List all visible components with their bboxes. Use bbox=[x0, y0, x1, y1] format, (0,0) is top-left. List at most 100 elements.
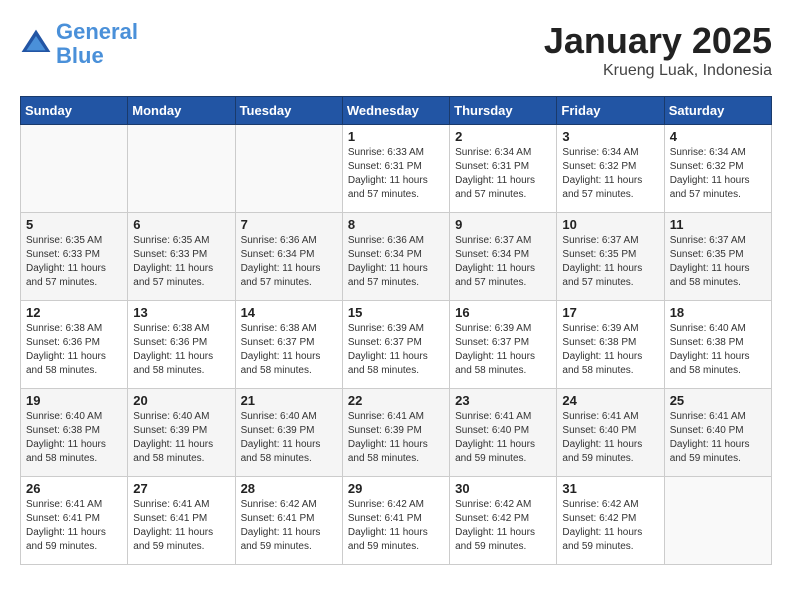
calendar-cell: 5Sunrise: 6:35 AM Sunset: 6:33 PM Daylig… bbox=[21, 213, 128, 301]
calendar-cell: 19 Sunrise: 6:40 AM Sunset: 6:38 PM Dayli… bbox=[21, 389, 128, 477]
weekday-header-thursday: Thursday bbox=[450, 97, 557, 125]
weekday-header-wednesday: Wednesday bbox=[342, 97, 449, 125]
weekday-header-monday: Monday bbox=[128, 97, 235, 125]
day-info: Sunrise: 6:42 AM Sunset: 6:41 PM Dayligh… bbox=[348, 498, 444, 554]
calendar-cell: 14 Sunrise: 6:38 AM Sunset: 6:37 PM Dayli… bbox=[235, 301, 342, 389]
weekday-header-tuesday: Tuesday bbox=[235, 97, 342, 125]
weekday-header-row: SundayMondayTuesdayWednesdayThursdayFrid… bbox=[21, 97, 772, 125]
calendar-cell: 28 Sunrise: 6:42 AM Sunset: 6:41 PM Dayli… bbox=[235, 477, 342, 565]
day-info: Sunrise: 6:41 AM Sunset: 6:40 PM Dayligh… bbox=[455, 410, 551, 466]
day-number: 14 bbox=[241, 305, 337, 320]
day-number: 21 bbox=[241, 393, 337, 408]
day-info: Sunrise: 6:37 AM Sunset: 6:35 PM Dayligh… bbox=[562, 234, 658, 290]
day-info: Sunrise: 6:42 AM Sunset: 6:42 PM Dayligh… bbox=[455, 498, 551, 554]
calendar-cell: 18Sunrise: 6:40 AM Sunset: 6:38 PM Dayli… bbox=[664, 301, 771, 389]
day-info: Sunrise: 6:38 AM Sunset: 6:36 PM Dayligh… bbox=[133, 322, 229, 378]
calendar-cell bbox=[664, 477, 771, 565]
day-number: 18 bbox=[670, 305, 766, 320]
week-row-4: 19 Sunrise: 6:40 AM Sunset: 6:38 PM Dayli… bbox=[21, 389, 772, 477]
day-number: 30 bbox=[455, 481, 551, 496]
day-number: 7 bbox=[241, 217, 337, 232]
calendar-cell: 6 Sunrise: 6:35 AM Sunset: 6:33 PM Daylig… bbox=[128, 213, 235, 301]
calendar-cell bbox=[21, 125, 128, 213]
calendar-cell: 23 Sunrise: 6:41 AM Sunset: 6:40 PM Dayli… bbox=[450, 389, 557, 477]
day-info: Sunrise: 6:42 AM Sunset: 6:41 PM Dayligh… bbox=[241, 498, 337, 554]
calendar-cell: 25 Sunrise: 6:41 AM Sunset: 6:40 PM Dayli… bbox=[664, 389, 771, 477]
day-info: Sunrise: 6:33 AM Sunset: 6:31 PM Dayligh… bbox=[348, 146, 444, 202]
calendar-cell: 11 Sunrise: 6:37 AM Sunset: 6:35 PM Dayli… bbox=[664, 213, 771, 301]
calendar-cell bbox=[128, 125, 235, 213]
day-info: Sunrise: 6:39 AM Sunset: 6:37 PM Dayligh… bbox=[348, 322, 444, 378]
day-number: 15 bbox=[348, 305, 444, 320]
month-title: January 2025 bbox=[544, 20, 772, 62]
title-block: January 2025 Krueng Luak, Indonesia bbox=[544, 20, 772, 80]
calendar-cell: 20 Sunrise: 6:40 AM Sunset: 6:39 PM Dayli… bbox=[128, 389, 235, 477]
calendar-cell: 2 Sunrise: 6:34 AM Sunset: 6:31 PM Daylig… bbox=[450, 125, 557, 213]
day-info: Sunrise: 6:39 AM Sunset: 6:37 PM Dayligh… bbox=[455, 322, 551, 378]
day-number: 4 bbox=[670, 129, 766, 144]
week-row-5: 26Sunrise: 6:41 AM Sunset: 6:41 PM Dayli… bbox=[21, 477, 772, 565]
calendar-cell: 1 Sunrise: 6:33 AM Sunset: 6:31 PM Daylig… bbox=[342, 125, 449, 213]
day-info: Sunrise: 6:41 AM Sunset: 6:40 PM Dayligh… bbox=[562, 410, 658, 466]
day-number: 5 bbox=[26, 217, 122, 232]
day-number: 22 bbox=[348, 393, 444, 408]
day-number: 29 bbox=[348, 481, 444, 496]
day-number: 11 bbox=[670, 217, 766, 232]
week-row-2: 5 Sunrise: 6:35 AM Sunset: 6:33 PM Daylig… bbox=[21, 213, 772, 301]
calendar-cell: 29 Sunrise: 6:42 AM Sunset: 6:41 PM Dayli… bbox=[342, 477, 449, 565]
day-number: 28 bbox=[241, 481, 337, 496]
calendar-cell: 4 Sunrise: 6:34 AM Sunset: 6:32 PM Daylig… bbox=[664, 125, 771, 213]
location: Krueng Luak, Indonesia bbox=[544, 62, 772, 80]
week-row-1: 1 Sunrise: 6:33 AM Sunset: 6:31 PM Daylig… bbox=[21, 125, 772, 213]
calendar-cell: 21 Sunrise: 6:40 AM Sunset: 6:39 PM Dayli… bbox=[235, 389, 342, 477]
day-number: 20 bbox=[133, 393, 229, 408]
day-number: 19 bbox=[26, 393, 122, 408]
day-info: Sunrise: 6:36 AM Sunset: 6:34 PM Dayligh… bbox=[348, 234, 444, 290]
calendar-cell: 17Sunrise: 6:39 AM Sunset: 6:38 PM Dayli… bbox=[557, 301, 664, 389]
page-header: General Blue January 2025 Krueng Luak, I… bbox=[20, 20, 772, 80]
logo-icon bbox=[20, 28, 52, 60]
day-number: 27 bbox=[133, 481, 229, 496]
day-number: 23 bbox=[455, 393, 551, 408]
day-info: Sunrise: 6:37 AM Sunset: 6:34 PM Dayligh… bbox=[455, 234, 551, 290]
day-info: Sunrise: 6:40 AM Sunset: 6:39 PM Dayligh… bbox=[241, 410, 337, 466]
day-number: 2 bbox=[455, 129, 551, 144]
day-info: Sunrise: 6:41 AM Sunset: 6:41 PM Dayligh… bbox=[26, 498, 122, 554]
day-number: 17 bbox=[562, 305, 658, 320]
day-info: Sunrise: 6:38 AM Sunset: 6:37 PM Dayligh… bbox=[241, 322, 337, 378]
calendar-cell: 16 Sunrise: 6:39 AM Sunset: 6:37 PM Dayli… bbox=[450, 301, 557, 389]
weekday-header-friday: Friday bbox=[557, 97, 664, 125]
day-number: 6 bbox=[133, 217, 229, 232]
calendar-cell: 26Sunrise: 6:41 AM Sunset: 6:41 PM Dayli… bbox=[21, 477, 128, 565]
day-info: Sunrise: 6:34 AM Sunset: 6:31 PM Dayligh… bbox=[455, 146, 551, 202]
week-row-3: 12 Sunrise: 6:38 AM Sunset: 6:36 PM Dayli… bbox=[21, 301, 772, 389]
day-number: 10 bbox=[562, 217, 658, 232]
day-info: Sunrise: 6:34 AM Sunset: 6:32 PM Dayligh… bbox=[670, 146, 766, 202]
calendar-cell: 27 Sunrise: 6:41 AM Sunset: 6:41 PM Dayli… bbox=[128, 477, 235, 565]
day-number: 25 bbox=[670, 393, 766, 408]
calendar-cell: 22 Sunrise: 6:41 AM Sunset: 6:39 PM Dayli… bbox=[342, 389, 449, 477]
day-info: Sunrise: 6:40 AM Sunset: 6:38 PM Dayligh… bbox=[26, 410, 122, 466]
weekday-header-sunday: Sunday bbox=[21, 97, 128, 125]
day-info: Sunrise: 6:35 AM Sunset: 6:33 PM Dayligh… bbox=[133, 234, 229, 290]
weekday-header-saturday: Saturday bbox=[664, 97, 771, 125]
day-number: 1 bbox=[348, 129, 444, 144]
day-number: 9 bbox=[455, 217, 551, 232]
day-info: Sunrise: 6:37 AM Sunset: 6:35 PM Dayligh… bbox=[670, 234, 766, 290]
day-info: Sunrise: 6:41 AM Sunset: 6:40 PM Dayligh… bbox=[670, 410, 766, 466]
calendar-cell: 12Sunrise: 6:38 AM Sunset: 6:36 PM Dayli… bbox=[21, 301, 128, 389]
day-info: Sunrise: 6:41 AM Sunset: 6:41 PM Dayligh… bbox=[133, 498, 229, 554]
day-number: 16 bbox=[455, 305, 551, 320]
day-info: Sunrise: 6:40 AM Sunset: 6:39 PM Dayligh… bbox=[133, 410, 229, 466]
calendar-cell: 31Sunrise: 6:42 AM Sunset: 6:42 PM Dayli… bbox=[557, 477, 664, 565]
day-number: 12 bbox=[26, 305, 122, 320]
logo-text: General Blue bbox=[56, 20, 138, 68]
calendar-cell: 24 Sunrise: 6:41 AM Sunset: 6:40 PM Dayli… bbox=[557, 389, 664, 477]
calendar-cell: 7Sunrise: 6:36 AM Sunset: 6:34 PM Daylig… bbox=[235, 213, 342, 301]
day-number: 3 bbox=[562, 129, 658, 144]
day-info: Sunrise: 6:41 AM Sunset: 6:39 PM Dayligh… bbox=[348, 410, 444, 466]
day-info: Sunrise: 6:34 AM Sunset: 6:32 PM Dayligh… bbox=[562, 146, 658, 202]
calendar-cell: 10 Sunrise: 6:37 AM Sunset: 6:35 PM Dayli… bbox=[557, 213, 664, 301]
day-number: 24 bbox=[562, 393, 658, 408]
day-number: 13 bbox=[133, 305, 229, 320]
